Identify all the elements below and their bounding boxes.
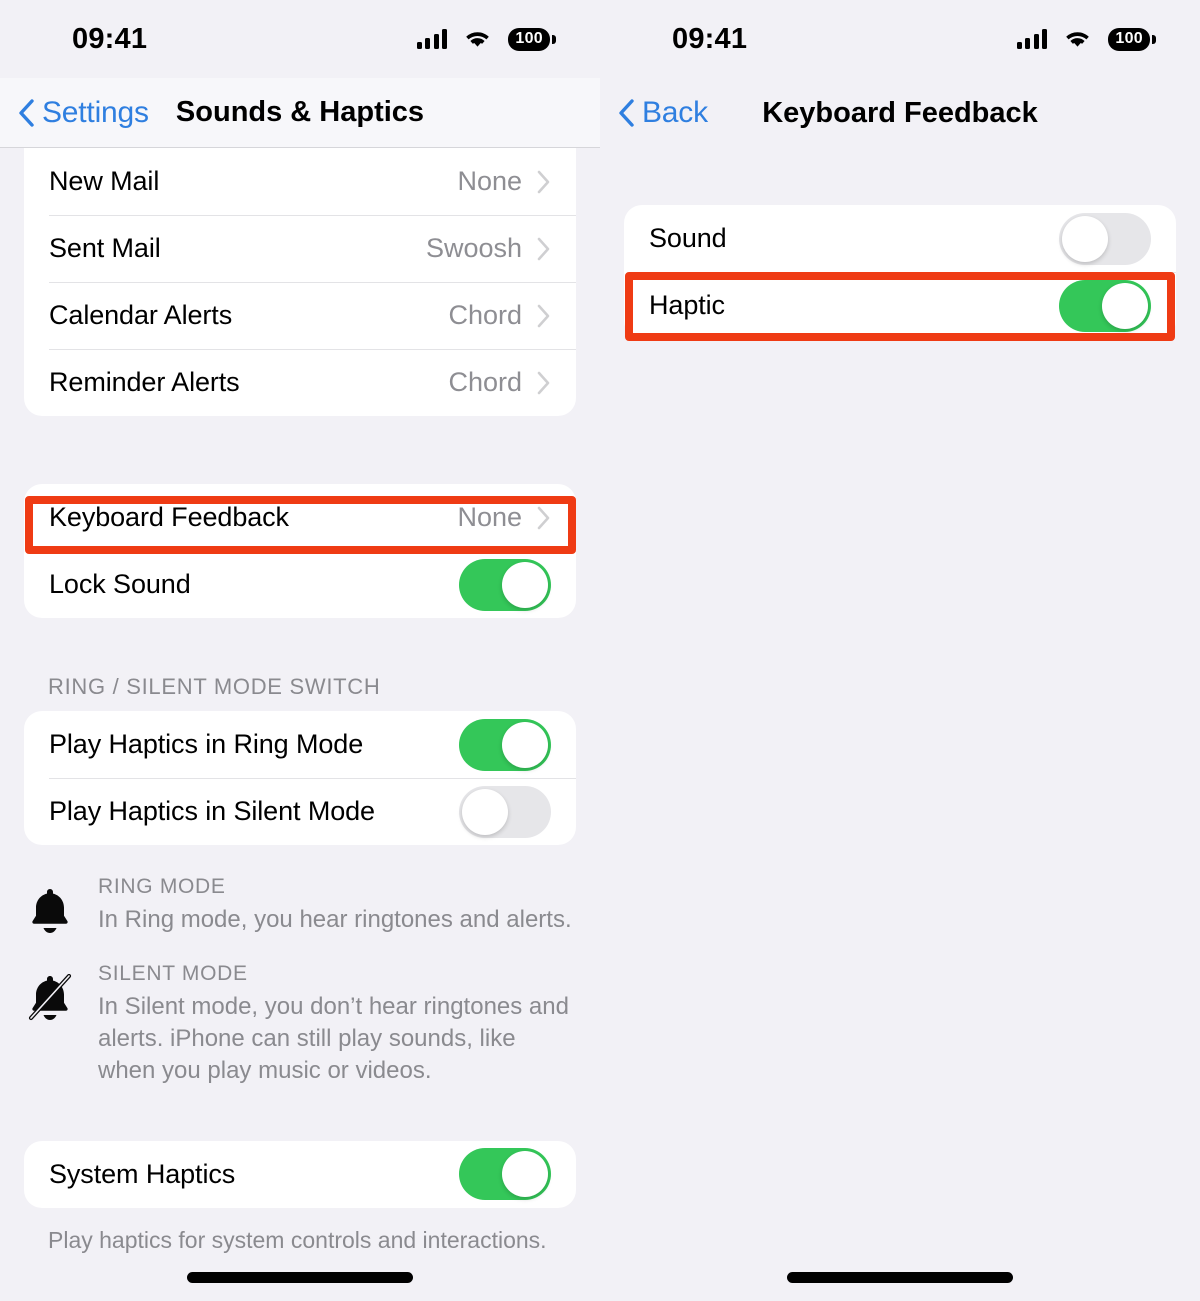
settings-row-haptic[interactable]: Haptic — [624, 272, 1176, 339]
chevron-right-icon — [536, 370, 551, 396]
info-title: SILENT MODE — [98, 961, 248, 985]
status-time: 09:41 — [72, 22, 148, 55]
status-time: 09:41 — [672, 22, 748, 55]
info-item-ring-mode: RING MODE In Ring mode, you hear rington… — [24, 875, 576, 936]
row-label: New Mail — [49, 166, 160, 196]
chevron-right-icon — [536, 236, 551, 262]
row-accessory: None — [457, 502, 551, 533]
row-value: None — [457, 502, 522, 532]
settings-row-system-haptics[interactable]: System Haptics — [24, 1141, 576, 1208]
row-label: Keyboard Feedback — [49, 502, 289, 532]
bell-icon — [24, 875, 76, 936]
chevron-right-icon — [536, 169, 551, 195]
toggle-knob — [1102, 282, 1148, 329]
settings-list-left: New Mail None Sent Mail Swoosh Calendar … — [0, 148, 600, 1256]
system-haptics-card: System Haptics — [24, 1140, 576, 1208]
row-value: Chord — [448, 300, 522, 330]
table-row[interactable]: Sent Mail Swoosh — [24, 215, 576, 282]
settings-row-keyboard-feedback[interactable]: Keyboard Feedback None — [24, 484, 576, 551]
system-haptics-toggle[interactable] — [459, 1148, 551, 1201]
settings-row-lock-sound[interactable]: Lock Sound — [24, 551, 576, 618]
bell-slash-icon — [24, 962, 76, 1087]
back-button-label: Settings — [42, 95, 149, 129]
haptic-toggle[interactable] — [1059, 279, 1151, 332]
section-header-ring-silent: RING / SILENT MODE SWITCH — [48, 674, 381, 699]
toggle-knob — [462, 788, 508, 835]
cellular-signal-icon — [416, 29, 448, 49]
keyboard-feedback-card: Keyboard Feedback None Lock Sound — [24, 484, 576, 618]
back-button[interactable]: Back — [616, 96, 708, 130]
row-label: Sent Mail — [49, 233, 161, 263]
row-label: System Haptics — [49, 1158, 236, 1189]
chevron-left-icon — [16, 98, 36, 128]
chevron-right-icon — [536, 303, 551, 329]
row-accessory: Chord — [448, 300, 551, 331]
screen-keyboard-feedback: 09:41 100 Back Keyboard Feedback Sound H… — [600, 0, 1200, 1301]
settings-list-right: Sound Haptic — [600, 148, 1200, 339]
settings-row-sound[interactable]: Sound — [624, 205, 1176, 272]
play-haptics-silent-toggle[interactable] — [459, 785, 551, 838]
table-row[interactable]: Calendar Alerts Chord — [24, 282, 576, 349]
row-value: Chord — [448, 367, 522, 397]
play-haptics-ring-toggle[interactable] — [459, 718, 551, 771]
info-text: RING MODE In Ring mode, you hear rington… — [98, 875, 576, 936]
settings-row-haptics-silent[interactable]: Play Haptics in Silent Mode — [24, 778, 576, 845]
lock-sound-toggle[interactable] — [459, 558, 551, 611]
chevron-right-icon — [536, 505, 551, 531]
ring-silent-card: Play Haptics in Ring Mode Play Haptics i… — [24, 711, 576, 845]
toggle-knob — [1062, 215, 1108, 262]
battery-level: 100 — [515, 29, 543, 47]
system-haptics-note: Play haptics for system controls and int… — [48, 1226, 547, 1253]
mode-info-block: RING MODE In Ring mode, you hear rington… — [0, 845, 600, 1087]
battery-icon: 100 — [508, 27, 556, 51]
status-indicators: 100 — [416, 27, 556, 51]
home-indicator — [787, 1272, 1013, 1283]
wifi-icon — [1064, 29, 1091, 49]
row-label: Play Haptics in Ring Mode — [49, 729, 364, 759]
keyboard-feedback-options-card: Sound Haptic — [624, 205, 1176, 339]
status-bar-left: 09:41 100 — [0, 0, 600, 78]
table-row[interactable]: Reminder Alerts Chord — [24, 349, 576, 416]
battery-level: 100 — [1115, 29, 1143, 47]
home-indicator — [187, 1272, 413, 1283]
toggle-knob — [502, 1151, 548, 1198]
toggle-knob — [502, 561, 548, 608]
row-label: Play Haptics in Silent Mode — [49, 796, 375, 826]
info-body: In Ring mode, you hear ringtones and ale… — [98, 906, 572, 933]
row-label: Reminder Alerts — [49, 367, 240, 397]
back-button-label: Back — [642, 96, 708, 129]
info-text: SILENT MODE In Silent mode, you don’t he… — [98, 962, 576, 1087]
alert-sounds-card: New Mail None Sent Mail Swoosh Calendar … — [24, 148, 576, 416]
row-label: Calendar Alerts — [49, 300, 233, 330]
status-bar-right: 09:41 100 — [600, 0, 1200, 78]
toggle-knob — [502, 721, 548, 768]
row-label: Lock Sound — [49, 569, 191, 599]
battery-icon: 100 — [1108, 27, 1156, 51]
cellular-signal-icon — [1016, 29, 1048, 49]
screenshot-pair: 09:41 100 Settings Sounds & Haptics New … — [0, 0, 1200, 1301]
sound-toggle[interactable] — [1059, 212, 1151, 265]
row-value: None — [457, 166, 522, 196]
info-body: In Silent mode, you don’t hear ringtones… — [98, 992, 569, 1084]
wifi-icon — [464, 29, 491, 49]
screen-sounds-and-haptics: 09:41 100 Settings Sounds & Haptics New … — [0, 0, 600, 1301]
info-title: RING MODE — [98, 875, 226, 898]
chevron-left-icon — [616, 98, 636, 128]
settings-row-haptics-ring[interactable]: Play Haptics in Ring Mode — [24, 711, 576, 778]
status-indicators: 100 — [1016, 27, 1156, 51]
row-accessory: None — [457, 166, 551, 197]
row-label: Sound — [649, 223, 727, 253]
nav-bar-right: Back Keyboard Feedback — [600, 78, 1200, 148]
row-label: Haptic — [649, 290, 725, 320]
row-accessory: Chord — [448, 367, 551, 398]
back-button-settings[interactable]: Settings — [16, 96, 149, 130]
row-value: Swoosh — [425, 233, 522, 263]
table-row[interactable]: New Mail None — [24, 148, 576, 215]
row-accessory: Swoosh — [426, 233, 551, 264]
info-item-silent-mode: SILENT MODE In Silent mode, you don’t he… — [24, 962, 576, 1087]
nav-bar-left: Settings Sounds & Haptics — [0, 78, 600, 148]
